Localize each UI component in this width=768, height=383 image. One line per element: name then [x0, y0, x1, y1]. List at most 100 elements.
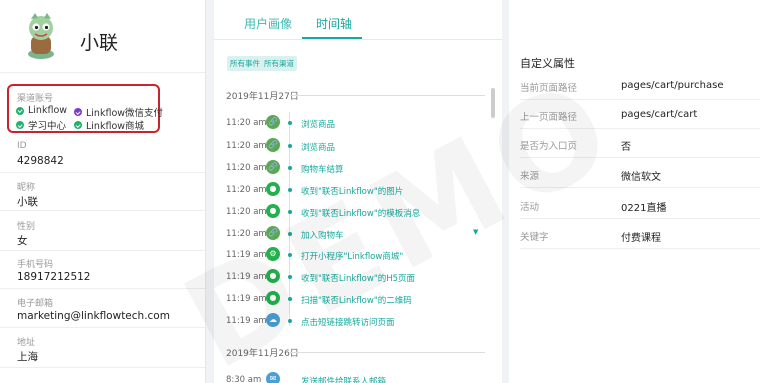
- date-divider: [290, 95, 485, 96]
- field-label-address: 地址: [17, 338, 36, 348]
- event-time: 11:20 am: [226, 118, 267, 128]
- check-icon: [74, 121, 82, 129]
- attribute-key: 上一页面路径: [520, 112, 578, 123]
- event-label[interactable]: 打开小程序"Linkflow商城": [301, 250, 403, 262]
- check-icon: [16, 106, 24, 115]
- timeline-dot: [288, 275, 292, 279]
- divider: [0, 172, 205, 173]
- field-value-address: 上海: [17, 351, 38, 363]
- timeline-dot: [288, 232, 292, 236]
- link-icon: 🔗: [266, 160, 280, 174]
- divider: [0, 327, 205, 328]
- timeline-dot: [288, 144, 292, 148]
- timeline-date: 2019年11月27日: [226, 92, 299, 102]
- divider: [0, 210, 205, 211]
- attribute-key: 是否为入口页: [520, 141, 578, 152]
- sms-link-icon: ☁: [266, 313, 280, 327]
- event-label[interactable]: 浏览商品: [301, 118, 335, 130]
- event-label[interactable]: 扫描"联否Linkflow"的二维码: [301, 294, 412, 306]
- divider: [520, 248, 760, 249]
- field-label-nickname: 昵称: [17, 183, 36, 193]
- channel-wechat-pay[interactable]: Linkflow微信支付: [74, 105, 163, 119]
- event-label[interactable]: 收到"联否Linkflow"的H5页面: [301, 272, 415, 284]
- event-time: 11:20 am: [226, 163, 267, 173]
- channel-label: Linkflow微信支付: [86, 108, 164, 119]
- event-time: 11:20 am: [226, 185, 267, 195]
- timeline-dot: [288, 121, 292, 125]
- event-time: 11:20 am: [226, 141, 267, 151]
- field-label-email: 电子邮箱: [17, 299, 54, 309]
- timeline-dot: [288, 210, 292, 214]
- attribute-value: 微信软文: [621, 172, 661, 183]
- event-time: 11:19 am: [226, 250, 267, 260]
- attributes-title: 自定义属性: [520, 57, 575, 70]
- user-name: 小联: [80, 32, 119, 54]
- attributes-panel: 自定义属性 当前页面路径 pages/cart/purchase 上一页面路径 pag…: [509, 0, 768, 383]
- chevron-down-icon[interactable]: ▼: [473, 228, 478, 236]
- date-divider: [290, 352, 485, 353]
- timeline-dot: [288, 253, 292, 257]
- mail-icon: ✉: [266, 372, 280, 383]
- timeline-dot: [288, 188, 292, 192]
- scrollbar-thumb[interactable]: [491, 88, 495, 118]
- event-label[interactable]: 浏览商品: [301, 141, 335, 153]
- field-label-id: ID: [17, 141, 27, 151]
- wechat-icon: ●: [266, 269, 280, 283]
- field-value-gender: 女: [17, 235, 28, 247]
- timeline-date: 2019年11月26日: [226, 349, 299, 359]
- check-icon: [16, 121, 24, 129]
- attribute-value: 0221直播: [621, 203, 667, 214]
- link-icon: 🔗: [266, 138, 280, 152]
- avatar: [28, 13, 54, 59]
- event-time: 11:19 am: [226, 316, 267, 326]
- channel-linkflow[interactable]: Linkflow: [16, 105, 67, 116]
- miniprogram-icon: ⚙: [266, 247, 280, 261]
- tab-user-portrait[interactable]: 用户画像: [244, 15, 292, 32]
- event-time: 8:30 am: [226, 375, 262, 383]
- attribute-value: 否: [621, 142, 631, 153]
- link-icon: 🔗: [266, 115, 280, 129]
- divider: [520, 187, 760, 188]
- event-label[interactable]: 购物车结算: [301, 163, 344, 175]
- field-label-phone: 手机号码: [17, 260, 54, 270]
- divider: [520, 128, 760, 129]
- event-label[interactable]: 收到"联否Linkflow"的模板消息: [301, 207, 420, 219]
- field-value-id: 4298842: [17, 155, 64, 167]
- filter-all-channels[interactable]: 所有渠道: [261, 56, 297, 71]
- attribute-key: 当前页面路径: [520, 83, 578, 94]
- field-label-gender: 性别: [17, 222, 36, 232]
- filter-all-events[interactable]: 所有事件: [227, 56, 263, 71]
- channel-learning-center[interactable]: 学习中心: [16, 118, 66, 132]
- event-label[interactable]: 收到"联否Linkflow"的图片: [301, 185, 403, 197]
- event-time: 11:20 am: [226, 229, 267, 239]
- event-label[interactable]: 点击短链接跳转访问页面: [301, 316, 395, 328]
- divider: [0, 72, 205, 73]
- field-value-phone: 18917212512: [17, 271, 91, 283]
- check-icon: [74, 108, 82, 116]
- wechat-icon: ●: [266, 182, 280, 196]
- attribute-value: pages/cart/purchase: [621, 80, 724, 91]
- event-label[interactable]: 加入购物车: [301, 229, 344, 241]
- divider: [0, 367, 205, 368]
- divider: [520, 218, 760, 219]
- wechat-icon: ●: [266, 204, 280, 218]
- channels-title: 渠道账号: [17, 94, 54, 104]
- event-time: 11:19 am: [226, 294, 267, 304]
- event-label[interactable]: 发送邮件给联系人邮箱: [301, 375, 386, 383]
- channel-linkflow-mall[interactable]: Linkflow商城: [74, 118, 144, 132]
- timeline-dot: [288, 319, 292, 323]
- link-icon: 🔗: [266, 226, 280, 240]
- timeline-dot: [288, 297, 292, 301]
- event-time: 11:19 am: [226, 272, 267, 282]
- attribute-value: pages/cart/cart: [621, 109, 698, 120]
- tab-timeline[interactable]: 时间轴: [316, 15, 352, 32]
- channel-label: 学习中心: [28, 121, 67, 132]
- timeline-panel: 用户画像 时间轴 所有事件 所有渠道 2019年11月27日 11:20 am 🔗…: [214, 0, 502, 383]
- timeline-dot: [288, 166, 292, 170]
- active-tab-underline: [302, 37, 362, 39]
- wechat-icon: ●: [266, 291, 280, 305]
- attribute-value: 付费课程: [621, 233, 661, 244]
- tab-bar: 用户画像 时间轴: [214, 0, 502, 40]
- divider: [0, 250, 205, 251]
- channel-label: Linkflow: [28, 105, 68, 116]
